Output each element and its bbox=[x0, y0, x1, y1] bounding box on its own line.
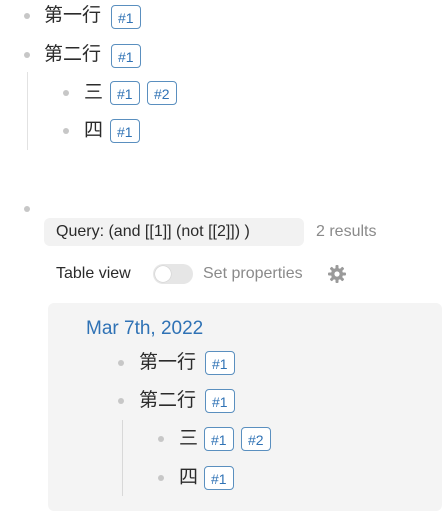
results-count: 2 results bbox=[316, 223, 377, 240]
page-reference-link[interactable]: Mar 7th, 2022 bbox=[86, 318, 203, 340]
block-text[interactable]: 三 bbox=[179, 428, 198, 450]
tag-link[interactable]: #2 bbox=[147, 81, 177, 105]
bullet[interactable] bbox=[24, 13, 30, 19]
tag-link[interactable]: #1 bbox=[205, 351, 235, 375]
gear-icon[interactable] bbox=[327, 264, 347, 284]
bullet[interactable] bbox=[158, 475, 164, 481]
bullet[interactable] bbox=[24, 206, 30, 212]
bullet[interactable] bbox=[118, 398, 124, 404]
bullet[interactable] bbox=[24, 52, 30, 58]
set-properties-button[interactable]: Set properties bbox=[203, 263, 303, 285]
block-text[interactable]: 四 bbox=[179, 467, 198, 489]
query-expression[interactable]: Query: (and [[1]] (not [[2]]) ) bbox=[56, 221, 250, 243]
toggle-knob bbox=[155, 266, 171, 282]
children-guide-line bbox=[27, 72, 28, 150]
children-guide-line bbox=[122, 420, 123, 496]
bullet[interactable] bbox=[63, 90, 69, 96]
block-text[interactable]: 第一行 bbox=[139, 352, 196, 374]
tag-link[interactable]: #1 bbox=[110, 81, 140, 105]
bullet[interactable] bbox=[63, 128, 69, 134]
table-view-label: Table view bbox=[56, 265, 131, 282]
tag-link[interactable]: #1 bbox=[205, 389, 235, 413]
block-text[interactable]: 第二行 bbox=[44, 44, 101, 66]
block-text[interactable]: 第一行 bbox=[44, 5, 101, 27]
tag-link[interactable]: #2 bbox=[241, 427, 271, 451]
tag-link[interactable]: #1 bbox=[111, 5, 141, 29]
bullet[interactable] bbox=[158, 436, 164, 442]
tag-link[interactable]: #1 bbox=[110, 119, 140, 143]
tag-link[interactable]: #1 bbox=[204, 466, 234, 490]
tag-link[interactable]: #1 bbox=[111, 44, 141, 68]
block-text[interactable]: 三 bbox=[84, 82, 103, 104]
block-text[interactable]: 第二行 bbox=[139, 390, 196, 412]
block-text[interactable]: 四 bbox=[84, 120, 103, 142]
bullet[interactable] bbox=[118, 360, 124, 366]
tag-link[interactable]: #1 bbox=[204, 427, 234, 451]
